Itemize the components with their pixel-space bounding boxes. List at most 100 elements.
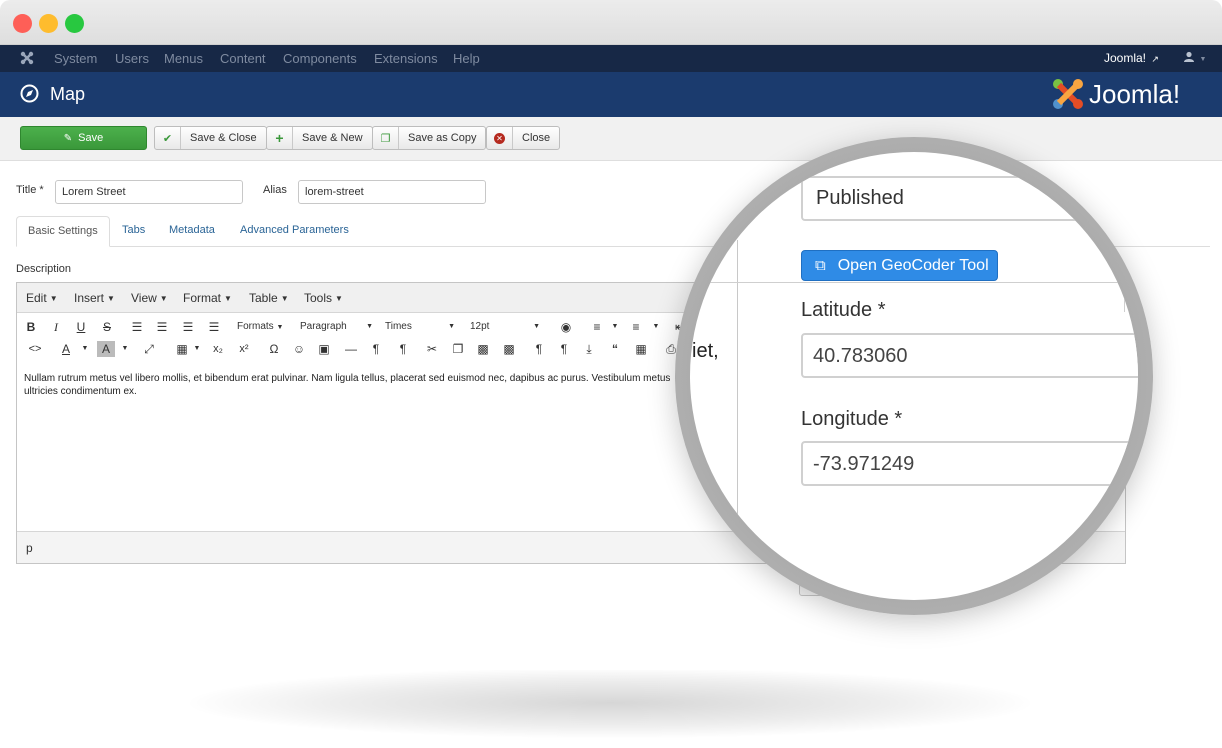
align-right-icon[interactable]: ☰ xyxy=(179,319,197,335)
longitude-input[interactable]: -73.971249 xyxy=(801,441,1138,486)
cut-icon[interactable]: ✂ xyxy=(423,341,441,357)
element-path[interactable]: p xyxy=(26,541,33,555)
nav-help[interactable]: Help xyxy=(453,51,480,66)
tab-basic-settings[interactable]: Basic Settings xyxy=(16,216,110,247)
menu-format[interactable]: Format ▼ xyxy=(183,291,232,305)
nav-system[interactable]: System xyxy=(54,51,97,66)
background-color-icon[interactable]: A xyxy=(97,341,115,357)
nav-extensions[interactable]: Extensions xyxy=(374,51,438,66)
longitude-value: -73.971249 xyxy=(813,453,915,475)
admin-top-nav: System Users Menus Content Components Ex… xyxy=(0,45,1222,72)
caret-down-icon[interactable]: ▼ xyxy=(116,341,134,357)
text-color-icon[interactable]: A xyxy=(57,341,75,357)
caret-down-icon[interactable]: ▼ xyxy=(76,341,94,357)
maximize-window-button[interactable] xyxy=(65,14,84,33)
alias-input[interactable]: lorem-street xyxy=(298,180,486,204)
formats-select[interactable]: Formats ▼ xyxy=(237,320,283,335)
caret-down-icon: ▼ xyxy=(224,294,232,303)
menu-table[interactable]: Table ▼ xyxy=(249,291,289,305)
caret-down-icon[interactable]: ▼ xyxy=(606,319,624,335)
nav-users[interactable]: Users xyxy=(115,51,149,66)
save-button[interactable]: ✎ Save xyxy=(20,126,147,150)
special-character-icon[interactable]: Ω xyxy=(265,341,283,357)
open-geocoder-button[interactable]: ⧉ Open GeoCoder Tool xyxy=(801,250,998,281)
italic-icon[interactable]: I xyxy=(47,319,65,335)
caret-down-icon[interactable]: ▼ xyxy=(647,319,665,335)
caret-down-icon: ▼ xyxy=(159,294,168,303)
menu-view[interactable]: View ▼ xyxy=(131,291,168,305)
rtl-icon[interactable]: ¶ xyxy=(394,341,412,357)
menu-edit-label: Edit xyxy=(26,291,47,305)
paste-text-icon[interactable]: ▩ xyxy=(500,341,518,357)
subscript-icon[interactable]: x₂ xyxy=(209,341,227,357)
font-size-select[interactable]: 12pt ▼ xyxy=(470,320,540,334)
caret-down-icon: ▼ xyxy=(280,294,289,303)
underline-icon[interactable]: U xyxy=(72,319,90,335)
tab-advanced-parameters[interactable]: Advanced Parameters xyxy=(229,216,360,247)
close-label: Close xyxy=(522,132,551,144)
status-select[interactable]: Published xyxy=(801,176,1101,221)
site-link[interactable]: Joomla! ↗ xyxy=(1104,51,1159,65)
close-window-button[interactable] xyxy=(13,14,32,33)
longitude-label: Longitude * xyxy=(801,408,903,430)
visual-chars-icon[interactable]: ¶ xyxy=(555,341,573,357)
source-code-icon[interactable]: <> xyxy=(26,341,44,357)
save-close-label: Save & Close xyxy=(190,132,257,144)
user-menu[interactable]: ▼ xyxy=(1183,50,1206,68)
caret-down-icon[interactable]: ▼ xyxy=(188,341,206,357)
save-new-button[interactable]: + Save & New xyxy=(266,126,373,150)
template-icon[interactable]: ▦ xyxy=(632,341,650,357)
close-button[interactable]: ✕ Close xyxy=(486,126,561,150)
block-format-label: Paragraph xyxy=(300,321,347,332)
paste-icon[interactable]: ▩ xyxy=(474,341,492,357)
nav-components[interactable]: Components xyxy=(283,51,357,66)
block-format-select[interactable]: Paragraph ▼ xyxy=(300,320,373,334)
strikethrough-icon[interactable]: S xyxy=(98,319,116,335)
insert-icon[interactable]: ⤓ xyxy=(580,341,598,357)
nav-content[interactable]: Content xyxy=(220,51,266,66)
caret-down-icon: ▼ xyxy=(276,324,284,331)
bold-icon[interactable]: B xyxy=(22,319,40,335)
menu-insert[interactable]: Insert ▼ xyxy=(74,291,115,305)
menu-edit[interactable]: Edit ▼ xyxy=(26,291,58,305)
status-select-value: Published xyxy=(816,187,904,209)
emoticons-icon[interactable]: ☺ xyxy=(290,341,308,357)
save-close-button[interactable]: ✔ Save & Close xyxy=(154,126,267,150)
save-copy-label: Save as Copy xyxy=(408,132,477,144)
font-family-select[interactable]: Times ▼ xyxy=(385,320,455,334)
align-center-icon[interactable]: ☰ xyxy=(153,319,171,335)
menu-insert-label: Insert xyxy=(74,291,105,305)
formats-select-label: Formats xyxy=(237,321,274,332)
align-left-icon[interactable]: ☰ xyxy=(128,319,146,335)
user-icon xyxy=(1184,51,1194,62)
save-copy-button[interactable]: ❐ Save as Copy xyxy=(372,126,487,150)
description-label: Description xyxy=(16,263,72,275)
fullscreen-icon[interactable]: ⤢ xyxy=(140,341,158,357)
superscript-icon[interactable]: x² xyxy=(235,341,253,357)
numbered-list-icon[interactable]: ≡ xyxy=(627,319,645,335)
minimize-window-button[interactable] xyxy=(39,14,58,33)
caret-down-icon: ▼ xyxy=(335,294,343,303)
title-input[interactable]: Lorem Street xyxy=(55,180,243,204)
find-replace-icon[interactable]: ◉ xyxy=(557,319,575,335)
latitude-input[interactable]: 40.783060 xyxy=(801,333,1138,378)
external-link-icon: ⧉ xyxy=(815,257,826,274)
media-icon[interactable]: ▣ xyxy=(315,341,333,357)
align-justify-icon[interactable]: ☰ xyxy=(205,319,223,335)
magnifier-lens: iet, Published ⧉ Open GeoCoder Tool Lati… xyxy=(690,152,1138,600)
bullet-list-icon[interactable]: ≡ xyxy=(588,319,606,335)
editor-content[interactable]: Nullam rutrum metus vel libero mollis, e… xyxy=(24,372,724,398)
show-blocks-icon[interactable]: ¶ xyxy=(530,341,548,357)
blockquote-icon[interactable]: “ xyxy=(606,341,624,357)
tab-tabs[interactable]: Tabs xyxy=(111,216,156,247)
nav-menus[interactable]: Menus xyxy=(164,51,203,66)
editor-text-line-2: ultricies condimentum ex. xyxy=(24,386,137,397)
menu-tools[interactable]: Tools ▼ xyxy=(304,291,343,305)
joomla-icon[interactable] xyxy=(19,50,35,71)
joomla-brand-text: Joomla! xyxy=(1089,78,1181,109)
ltr-icon[interactable]: ¶ xyxy=(367,341,385,357)
copy-icon[interactable]: ❐ xyxy=(449,341,467,357)
tab-metadata[interactable]: Metadata xyxy=(158,216,226,247)
menu-tools-label: Tools xyxy=(304,291,333,305)
horizontal-rule-icon[interactable]: — xyxy=(342,341,360,357)
